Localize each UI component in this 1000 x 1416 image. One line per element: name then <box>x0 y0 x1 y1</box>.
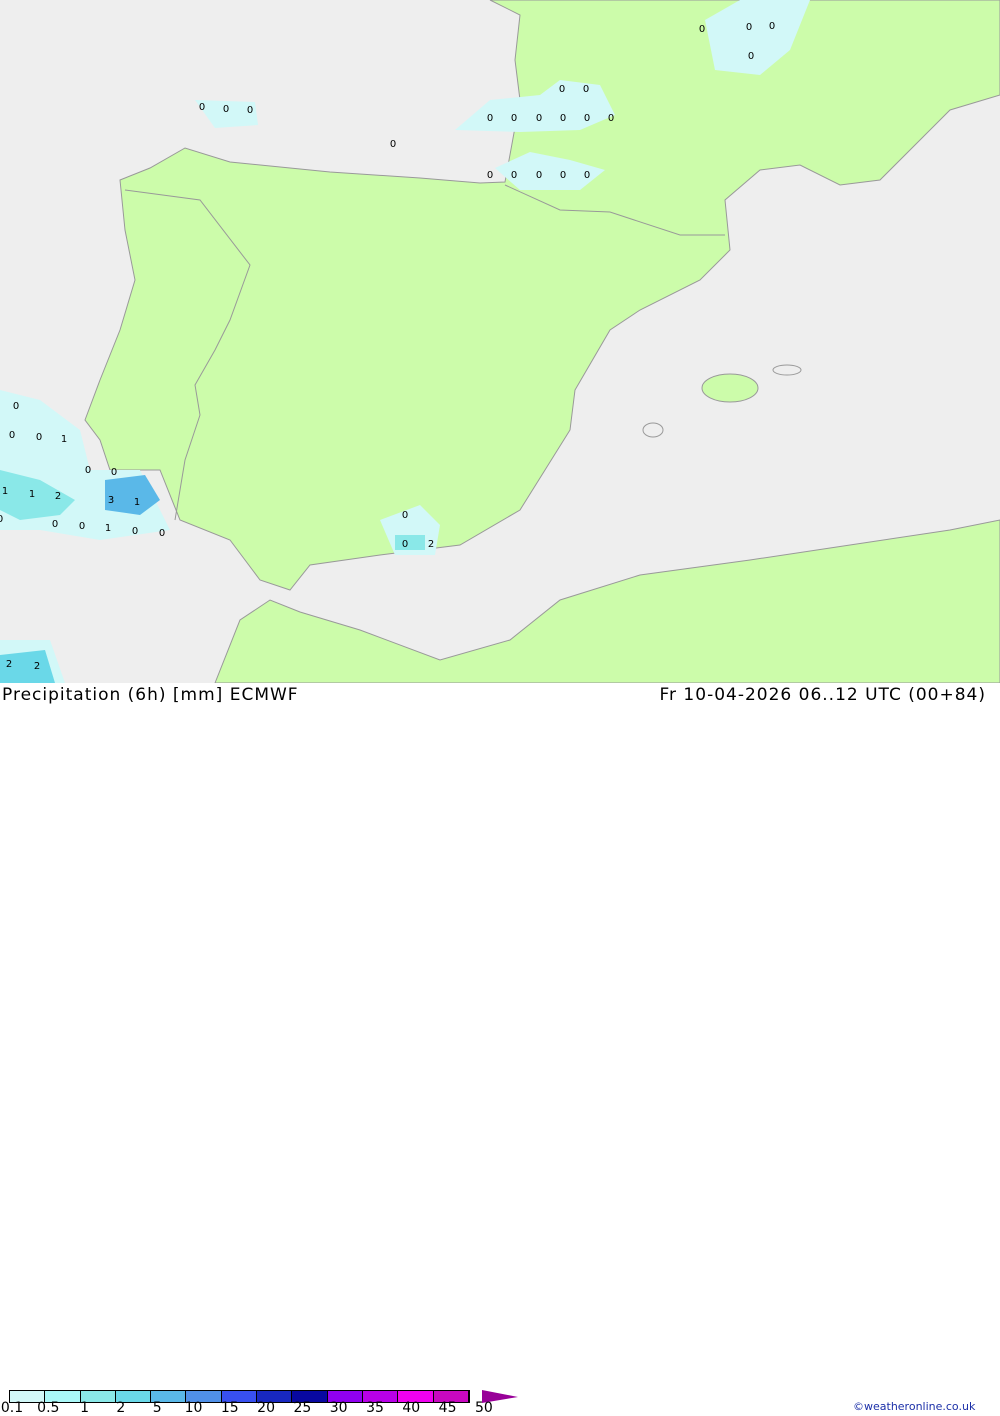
precip-value: 0 <box>36 432 42 443</box>
precip-value: 2 <box>428 539 434 550</box>
precip-value: 0 <box>111 467 117 478</box>
precip-value: 0 <box>0 514 3 525</box>
precip-value: 0 <box>511 170 517 181</box>
copyright-link[interactable]: ©weatheronline.co.uk <box>853 1400 975 1413</box>
precip-value: 0 <box>560 113 566 124</box>
island-ibiza <box>642 422 664 438</box>
scale-tick-label: 0.5 <box>37 1400 60 1416</box>
scale-tick-label: 30 <box>329 1400 348 1416</box>
scale-tick-label: 45 <box>438 1400 457 1416</box>
scale-tick-label: 25 <box>293 1400 312 1416</box>
scale-tick-label: 5 <box>152 1400 162 1416</box>
scale-tick-label: 1 <box>80 1400 90 1416</box>
map-title: Precipitation (6h) [mm] ECMWF <box>2 685 299 705</box>
precip-value: 0 <box>85 465 91 476</box>
precip-value: 3 <box>108 495 114 506</box>
precip-value: 0 <box>769 21 775 32</box>
precip-value: 2 <box>34 661 40 672</box>
precip-value: 0 <box>402 510 408 521</box>
scale-tick-label: 10 <box>184 1400 203 1416</box>
precip-value: 0 <box>79 521 85 532</box>
precip-value: 0 <box>699 24 705 35</box>
precip-value: 1 <box>105 523 111 534</box>
precip-value: 0 <box>247 105 253 116</box>
precip-value: 0 <box>583 84 589 95</box>
precip-value: 0 <box>199 102 205 113</box>
scale-tick-label: 15 <box>220 1400 239 1416</box>
precipitation-map: 0 0 0 0 0 0 0 0 0 0 0 0 0 0 0 0 0 0 0 0 0 0 0 0 1 0 0 1 1 2 3 1 0 0 0 1 0 0 0 2… <box>0 0 1000 683</box>
scale-tick-label: 0.1 <box>0 1400 24 1416</box>
precip-value: 0 <box>746 22 752 33</box>
precip-value: 1 <box>29 489 35 500</box>
precip-value: 0 <box>13 401 19 412</box>
color-scale <box>9 1390 470 1403</box>
valid-datetime: Fr 10-04-2026 06..12 UTC (00+84) <box>659 685 986 705</box>
precip-value: 0 <box>584 113 590 124</box>
precip-value: 0 <box>584 170 590 181</box>
island-menorca <box>772 364 802 376</box>
scale-tick-label: 2 <box>116 1400 126 1416</box>
precip-value: 0 <box>390 139 396 150</box>
precip-value: 0 <box>223 104 229 115</box>
precip-value: 1 <box>134 497 140 508</box>
precip-value: 0 <box>9 430 15 441</box>
precip-value: 0 <box>511 113 517 124</box>
precip-value: 0 <box>159 528 165 539</box>
precip-value: 0 <box>559 84 565 95</box>
precip-value: 2 <box>6 659 12 670</box>
precip-value: 0 <box>52 519 58 530</box>
scale-tick-label: 35 <box>366 1400 384 1416</box>
scale-tick-label: 20 <box>257 1400 276 1416</box>
precip-value: 1 <box>61 434 67 445</box>
precip-value: 0 <box>536 113 542 124</box>
scale-tick-label: 50 <box>474 1400 493 1416</box>
precip-value: 0 <box>487 113 493 124</box>
precip-value: 0 <box>560 170 566 181</box>
precip-value: 0 <box>536 170 542 181</box>
precip-value: 0 <box>402 539 408 550</box>
precip-value: 0 <box>487 170 493 181</box>
precip-value: 1 <box>2 486 8 497</box>
legend-footer: Precipitation (6h) [mm] ECMWF Fr 10-04-2… <box>0 683 1000 1416</box>
precip-value: 0 <box>608 113 614 124</box>
precip-value: 2 <box>55 491 61 502</box>
scale-tick-label: 40 <box>402 1400 421 1416</box>
precip-value: 0 <box>132 526 138 537</box>
precip-value: 0 <box>748 51 754 62</box>
island-mallorca <box>701 373 759 403</box>
